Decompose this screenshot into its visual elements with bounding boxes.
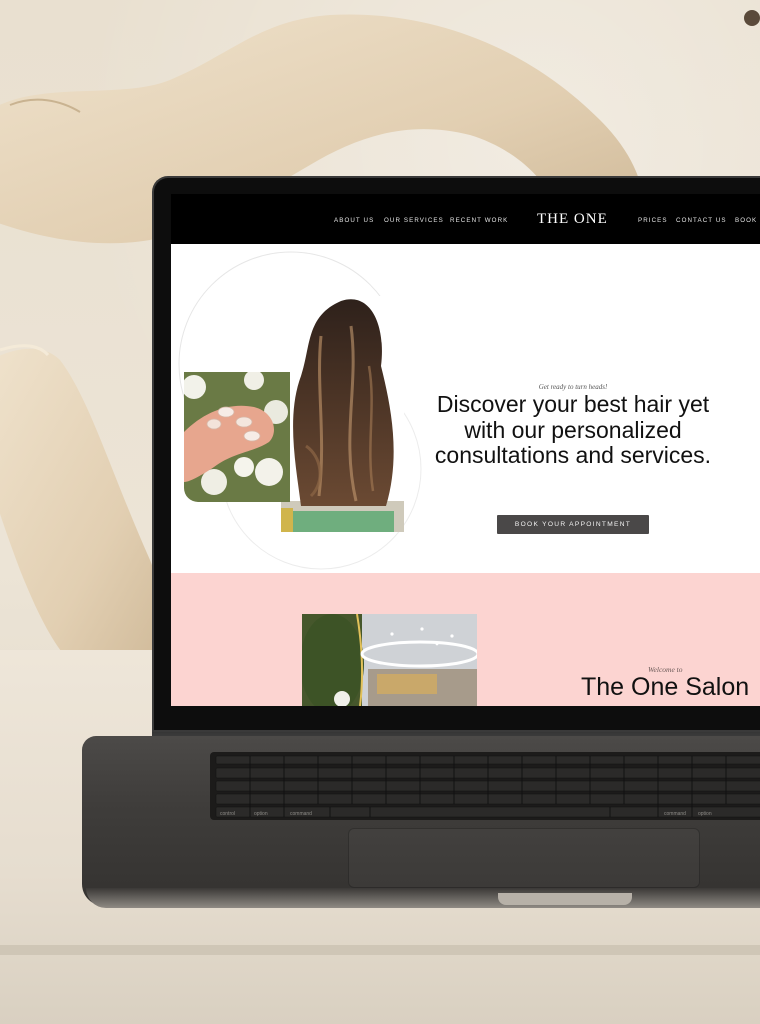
welcome-section: Welcome to The One Salon	[171, 573, 760, 706]
nav-our-services[interactable]: OUR SERVICES	[384, 217, 444, 224]
nav-contact-us[interactable]: CONTACT US	[676, 217, 727, 224]
laptop-front-edge	[86, 888, 760, 908]
hero-headline: Discover your best hair yet with our per…	[434, 391, 712, 468]
nav-prices[interactable]: PRICES	[638, 217, 668, 224]
nail-image	[184, 372, 290, 502]
book-appointment-button[interactable]: BOOK YOUR APPOINTMENT	[497, 515, 649, 534]
laptop: ABOUT US OUR SERVICES RECENT WORK THE ON…	[152, 176, 760, 736]
salon-interior-photo	[302, 614, 477, 706]
nail-photo	[184, 372, 290, 502]
key-option-label: option	[254, 811, 268, 817]
hair-photo	[281, 296, 404, 532]
hair-image	[281, 296, 404, 532]
site-header: ABOUT US OUR SERVICES RECENT WORK THE ON…	[171, 194, 760, 244]
site-logo[interactable]: THE ONE	[537, 211, 608, 228]
key-command-label: command	[290, 811, 312, 817]
hero-eyebrow: Get ready to turn heads!	[538, 383, 608, 391]
nav-recent-work[interactable]: RECENT WORK	[450, 217, 508, 224]
hero-section: Get ready to turn heads! Discover your b…	[171, 244, 760, 573]
keyboard-keys: control option command command option	[215, 755, 760, 818]
table-edge	[0, 945, 760, 955]
nav-book[interactable]: BOOK	[735, 217, 757, 224]
key-option-right-label: option	[698, 811, 712, 817]
website-screen: ABOUT US OUR SERVICES RECENT WORK THE ON…	[171, 194, 760, 706]
key-command-right-label: command	[664, 811, 686, 817]
keyboard: control option command command option	[210, 752, 760, 820]
nav-about-us[interactable]: ABOUT US	[334, 217, 374, 224]
key-control-label: control	[220, 811, 235, 817]
salon-interior-image	[302, 614, 477, 706]
laptop-notch	[498, 893, 632, 905]
trackpad	[348, 828, 700, 888]
salon-title: The One Salon	[581, 673, 750, 701]
